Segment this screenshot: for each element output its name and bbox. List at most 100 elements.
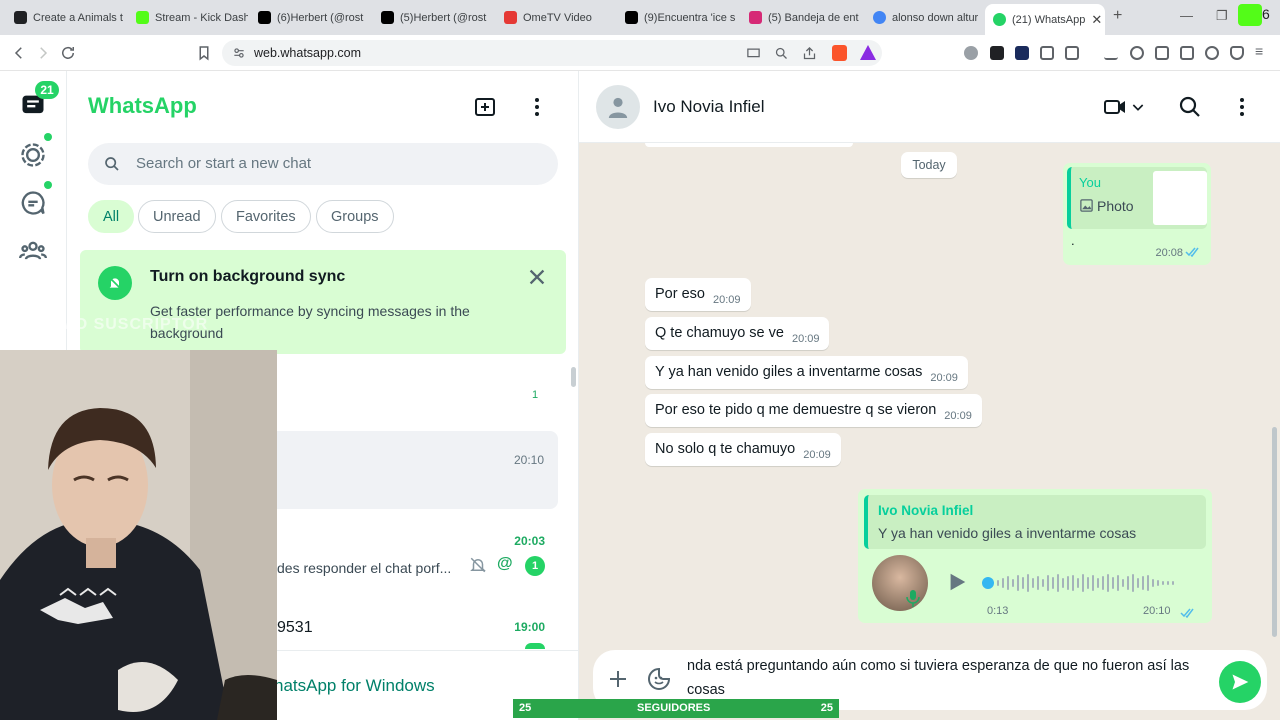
extension-icon[interactable] <box>1015 46 1029 60</box>
extension-icon[interactable] <box>990 46 1004 60</box>
tiktok-icon <box>381 11 394 24</box>
incoming-message[interactable]: Q te chamuyo se ve 20:09 <box>645 317 830 350</box>
profile-avatar[interactable] <box>1238 4 1262 26</box>
incoming-message[interactable]: No solo q te chamuyo 20:09 <box>645 433 841 466</box>
search-icon[interactable] <box>1178 95 1202 119</box>
incoming-message[interactable]: Por eso 20:09 <box>645 278 751 311</box>
extension-icon[interactable] <box>964 46 978 60</box>
voice-reply-message[interactable]: Ivo Novia Infiel Y ya han venido giles a… <box>858 489 1212 623</box>
menu-dots-icon[interactable] <box>525 95 549 119</box>
sidebar-icon[interactable] <box>1155 46 1169 60</box>
vpn-icon[interactable] <box>1230 46 1244 60</box>
audio-waveform[interactable] <box>982 573 1182 593</box>
browser-toolbar: web.whatsapp.com ≡ <box>0 35 1280 71</box>
browser-tab-active[interactable]: (21) WhatsApp ✕ <box>985 4 1105 35</box>
browser-tab[interactable]: OmeTV Video <box>496 4 614 31</box>
browser-tab[interactable]: alonso down altur <box>865 4 983 31</box>
ometv-icon <box>504 11 517 24</box>
media-icon[interactable] <box>1130 46 1144 60</box>
extension-icon[interactable] <box>1065 46 1079 60</box>
close-tab-icon[interactable]: ✕ <box>1091 12 1102 28</box>
microphone-icon <box>906 590 920 607</box>
quoted-message[interactable]: Ivo Novia Infiel Y ya han venido giles a… <box>864 495 1206 549</box>
google-icon <box>873 11 886 24</box>
wallet-icon[interactable] <box>1180 46 1194 60</box>
message-input[interactable]: nda está preguntando aún como si tuviera… <box>687 654 1207 702</box>
message-time: 20:10 <box>1143 605 1171 617</box>
browser-tab[interactable]: (9)Encuentra 'ice s <box>617 4 739 31</box>
extensions-puzzle-icon[interactable] <box>1040 46 1054 60</box>
photo-preview[interactable]: You Photo <box>1067 167 1207 229</box>
attach-plus-icon[interactable] <box>606 667 630 691</box>
message-time: 20:08 <box>1155 247 1183 259</box>
search-icon <box>105 157 119 171</box>
filter-all[interactable]: All <box>88 200 135 233</box>
install-app-icon[interactable] <box>746 46 761 61</box>
leo-icon[interactable] <box>1205 46 1219 60</box>
tiktok-icon <box>625 11 638 24</box>
photo-message[interactable]: You Photo . 20:08 <box>1063 163 1211 265</box>
filter-groups[interactable]: Groups <box>316 200 394 233</box>
incoming-message[interactable]: Por eso te pido q me demuestre q se vier… <box>645 394 982 427</box>
tab-favicon-icon <box>14 11 27 24</box>
unread-badge: 21 <box>35 81 59 99</box>
forward-icon[interactable] <box>34 44 52 62</box>
reload-icon[interactable] <box>59 44 77 62</box>
zoom-icon[interactable] <box>774 46 789 61</box>
status-icon[interactable] <box>19 141 47 169</box>
browser-tab[interactable]: Stream - Kick Dash <box>128 4 248 31</box>
filter-favorites[interactable]: Favorites <box>221 200 311 233</box>
minimize-icon[interactable]: — <box>1180 8 1193 23</box>
message-text: Y ya han venido giles a inventarme cosas <box>655 364 923 380</box>
message-text: Por eso te pido q me demuestre q se vier… <box>655 402 937 418</box>
background-sync-banner: Turn on background sync Get faster perfo… <box>80 250 566 354</box>
browser-tab[interactable]: Create a Animals t <box>6 4 126 31</box>
menu-dots-icon[interactable] <box>1230 95 1254 119</box>
read-ticks-icon <box>1180 608 1194 618</box>
chevron-down-icon[interactable] <box>1130 95 1146 119</box>
bookmark-icon[interactable] <box>195 44 213 62</box>
incoming-message[interactable]: Y ya han venido giles a inventarme cosas… <box>645 356 968 389</box>
whatsapp-icon <box>993 13 1006 26</box>
close-icon[interactable] <box>526 266 548 288</box>
date-divider: Today <box>901 152 957 178</box>
menu-icon[interactable]: ≡ <box>1255 44 1269 60</box>
download-icon[interactable] <box>1104 46 1118 60</box>
read-ticks-icon <box>1185 247 1199 257</box>
browser-tab[interactable]: (5)Herbert (@rost <box>373 4 495 31</box>
channels-icon[interactable] <box>19 189 47 217</box>
share-icon[interactable] <box>802 46 817 61</box>
new-chat-icon[interactable] <box>473 95 497 119</box>
video-call-icon[interactable] <box>1103 95 1127 119</box>
url-text: web.whatsapp.com <box>254 46 362 60</box>
brave-shields-icon[interactable] <box>832 45 847 61</box>
quoted-sender: Ivo Novia Infiel <box>878 503 974 518</box>
filter-unread[interactable]: Unread <box>138 200 216 233</box>
brave-rewards-icon[interactable] <box>860 45 876 60</box>
message-time: 20:09 <box>930 372 958 384</box>
photo-thumbnail[interactable] <box>1153 171 1207 225</box>
send-button[interactable] <box>1219 661 1261 703</box>
muted-icon <box>470 557 486 573</box>
search-input[interactable]: Search or start a new chat <box>88 143 558 185</box>
message-text: Q te chamuyo se ve <box>655 325 784 341</box>
browser-tab[interactable]: (6)Herbert (@rost <box>250 4 372 31</box>
play-icon[interactable] <box>946 571 968 593</box>
communities-icon[interactable] <box>19 237 47 265</box>
site-settings-icon[interactable] <box>232 46 246 60</box>
browser-tab[interactable]: (5) Bandeja de ent <box>741 4 863 31</box>
new-tab-button[interactable]: + <box>1113 7 1122 25</box>
back-icon[interactable] <box>10 44 28 62</box>
contact-avatar[interactable] <box>596 85 640 129</box>
stream-overlay-text: ULTIMO SUSCRIPTOR <box>22 316 209 333</box>
get-windows-app-link[interactable]: natsApp for Windows <box>274 676 435 696</box>
restore-icon[interactable]: ❐ <box>1216 8 1228 24</box>
followers-counter: 25 SEGUIDORES 25 <box>513 699 839 718</box>
address-bar[interactable]: web.whatsapp.com <box>222 40 882 66</box>
chat-preview: des responder el chat porf... <box>277 560 452 576</box>
sticker-icon[interactable] <box>647 667 671 691</box>
scrollbar[interactable] <box>1272 427 1277 637</box>
conversation-header[interactable]: Ivo Novia Infiel <box>579 71 1280 143</box>
bell-off-icon <box>98 266 132 300</box>
followers-label: SEGUIDORES <box>637 702 711 714</box>
